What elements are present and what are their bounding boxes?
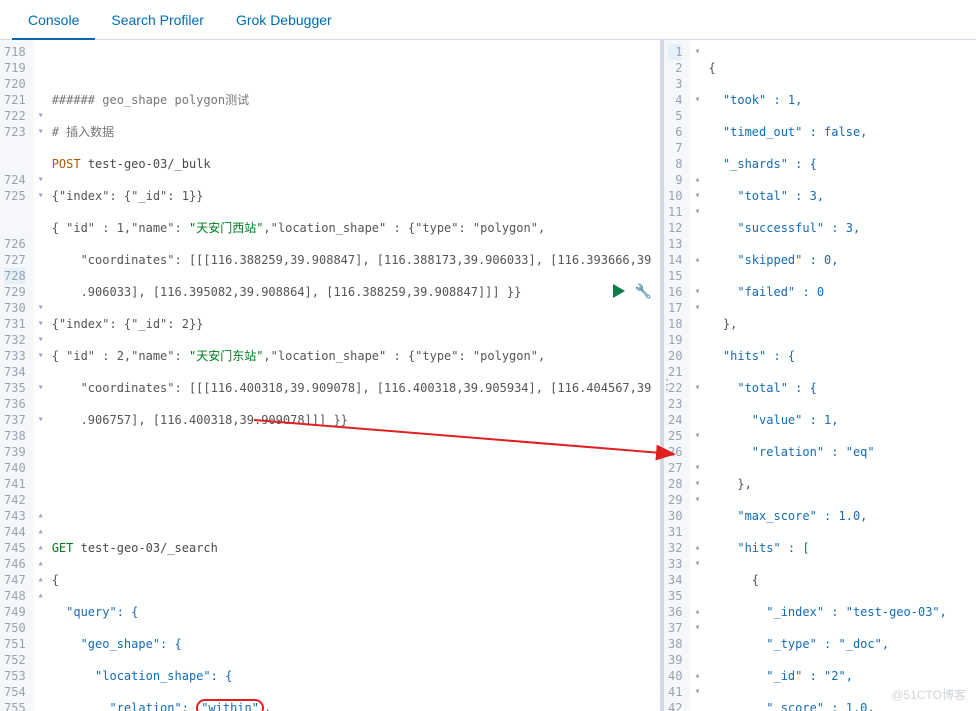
pane-resize-handle[interactable]: ⋮ — [660, 376, 674, 393]
tab-bar: Console Search Profiler Grok Debugger — [0, 0, 976, 40]
response-pane: 1234567891011121314151617181920212223242… — [664, 40, 972, 711]
request-editor[interactable]: ###### geo_shape polygon测试 # 插入数据 POST t… — [48, 40, 660, 711]
tab-console[interactable]: Console — [12, 0, 95, 40]
workspace: 7187197207217227237247257267277287297307… — [0, 40, 976, 711]
request-pane: 7187197207217227237247257267277287297307… — [0, 40, 664, 711]
run-button[interactable] — [613, 284, 625, 298]
wrench-icon[interactable]: 🔧 — [635, 284, 652, 300]
right-fold-gutter: ▾▾▴▾▾▴▾▾▾▾▾▾▾▴▾▴▾▴▾▴ — [690, 40, 704, 711]
left-fold-gutter: ▾▾▾▾▾▾▾▾▾▾▴▴▴▴▴▴ — [34, 40, 48, 711]
tab-search-profiler[interactable]: Search Profiler — [95, 0, 220, 40]
tab-grok-debugger[interactable]: Grok Debugger — [220, 0, 348, 40]
watermark: @51CTO博客 — [891, 686, 966, 703]
editor-actions: 🔧 — [613, 284, 652, 300]
left-line-gutter: 7187197207217227237247257267277287297307… — [0, 40, 34, 711]
response-viewer[interactable]: { "took" : 1, "timed_out" : false, "_sha… — [704, 40, 972, 711]
